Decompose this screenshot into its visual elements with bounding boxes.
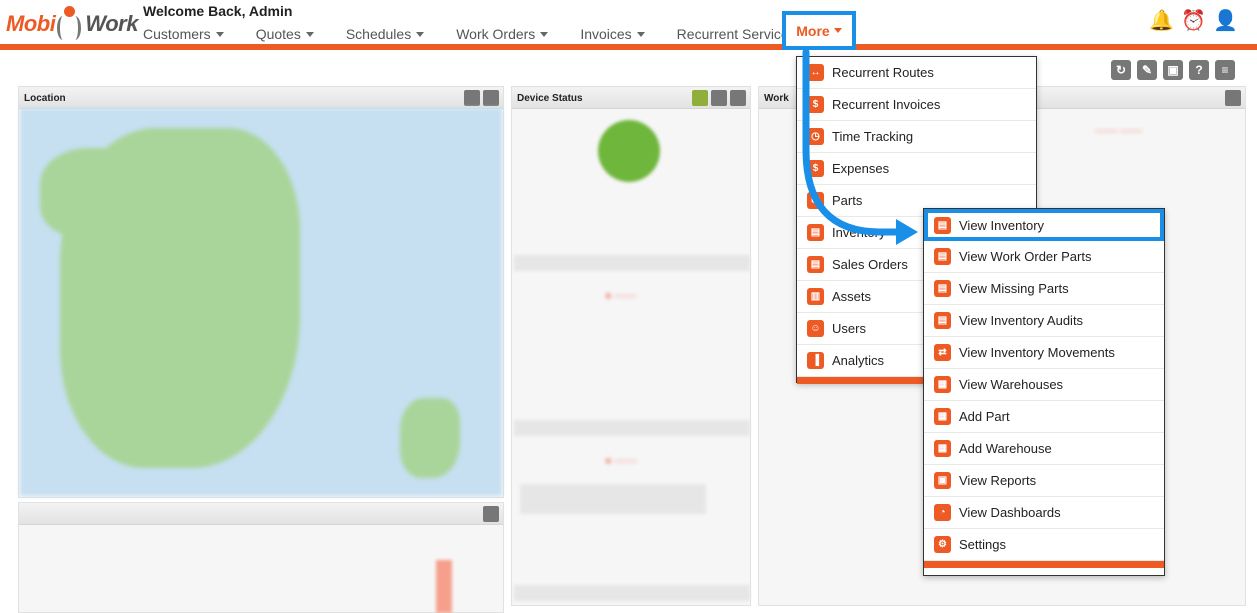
menu-item-view-missing-parts[interactable]: ▤ View Missing Parts bbox=[924, 273, 1164, 305]
logo-text-left: Mobi bbox=[6, 11, 56, 36]
document-icon[interactable] bbox=[464, 90, 480, 106]
nav-more[interactable]: More bbox=[782, 11, 856, 50]
menu-item-time-tracking[interactable]: ◷ Time Tracking bbox=[797, 121, 1036, 153]
inventory-icon: ▤ bbox=[934, 248, 951, 265]
edit-icon[interactable]: ✎ bbox=[1137, 60, 1157, 80]
subpanel-header bbox=[514, 420, 750, 436]
refresh-icon[interactable] bbox=[730, 90, 746, 106]
logo-text-right: Work bbox=[85, 11, 138, 36]
sales-order-icon: ▤ bbox=[807, 256, 824, 273]
nav-schedules[interactable]: Schedules bbox=[346, 26, 425, 42]
inventory-icon: ▤ bbox=[934, 312, 951, 329]
nav-customers[interactable]: Customers bbox=[143, 26, 224, 42]
menu-item-view-warehouses[interactable]: ▦ View Warehouses bbox=[924, 369, 1164, 401]
status-donut bbox=[598, 120, 660, 182]
panel-title: Device Status bbox=[517, 93, 583, 104]
panel-title: Work bbox=[764, 93, 789, 104]
caret-down-icon bbox=[305, 31, 314, 37]
movements-icon: ⇄ bbox=[934, 344, 951, 361]
menu-item-add-part[interactable]: ▦ Add Part bbox=[924, 401, 1164, 433]
menu-item-view-inventory[interactable]: ▤ View Inventory bbox=[924, 209, 1164, 241]
parts-icon: ⬢ bbox=[807, 192, 824, 209]
top-header: Mobi Work Welcome Back, Admin Customers … bbox=[0, 0, 1257, 50]
inventory-icon: ▤ bbox=[934, 216, 951, 234]
menu-footer-bar bbox=[924, 561, 1164, 568]
inventory-icon: ▤ bbox=[934, 280, 951, 297]
dashboard-toolbar: ↻ ✎ ▣ ? ≡ bbox=[1111, 60, 1235, 80]
menu-item-add-warehouse[interactable]: ▦ Add Warehouse bbox=[924, 433, 1164, 465]
subpanel-header bbox=[514, 255, 750, 271]
panel-header bbox=[19, 503, 503, 525]
route-icon: ↔ bbox=[807, 64, 824, 81]
clock-icon: ◷ bbox=[807, 128, 824, 145]
dashboard-icon: ◔ bbox=[934, 504, 951, 521]
caret-down-icon bbox=[636, 31, 645, 37]
caret-down-icon bbox=[540, 31, 549, 37]
refresh-icon[interactable]: ↻ bbox=[1111, 60, 1131, 80]
no-data-text: ● —— bbox=[605, 290, 637, 302]
menu-item-recurrent-invoices[interactable]: $ Recurrent Invoices bbox=[797, 89, 1036, 121]
nav-invoices[interactable]: Invoices bbox=[580, 26, 645, 42]
chart-bar bbox=[436, 560, 452, 613]
menu-item-view-inventory-movements[interactable]: ⇄ View Inventory Movements bbox=[924, 337, 1164, 369]
menu-item-view-inventory-audits[interactable]: ▤ View Inventory Audits bbox=[924, 305, 1164, 337]
bell-icon[interactable]: 🔔 bbox=[1149, 10, 1174, 32]
refresh-icon[interactable] bbox=[483, 90, 499, 106]
caret-down-icon bbox=[416, 31, 425, 37]
panel-title: Location bbox=[24, 93, 66, 104]
warehouse-icon: ▦ bbox=[934, 376, 951, 393]
dollar-icon: $ bbox=[807, 96, 824, 113]
map-land bbox=[40, 148, 160, 238]
caret-down-icon bbox=[833, 28, 842, 33]
menu-item-expenses[interactable]: $ Expenses bbox=[797, 153, 1036, 185]
warehouse-icon: ▦ bbox=[934, 408, 951, 425]
expense-icon: $ bbox=[807, 160, 824, 177]
analytics-icon: ▐ bbox=[807, 352, 824, 369]
panel-header: Location bbox=[19, 87, 503, 109]
nav-work-orders[interactable]: Work Orders bbox=[456, 26, 549, 42]
inventory-icon: ▤ bbox=[807, 224, 824, 241]
subpanel-content bbox=[520, 484, 706, 514]
user-profile-icon[interactable]: 👤 bbox=[1213, 10, 1238, 32]
bottom-left-panel bbox=[18, 502, 504, 613]
help-icon[interactable]: ? bbox=[1189, 60, 1209, 80]
menu-item-settings[interactable]: ⚙ Settings bbox=[924, 529, 1164, 561]
menu-item-view-dashboards[interactable]: ◔ View Dashboards bbox=[924, 497, 1164, 529]
reports-icon: ▣ bbox=[934, 472, 951, 489]
mobiwork-logo[interactable]: Mobi Work bbox=[6, 4, 138, 44]
menu-item-view-reports[interactable]: ▣ View Reports bbox=[924, 465, 1164, 497]
menu-item-recurrent-routes[interactable]: ↔ Recurrent Routes bbox=[797, 57, 1036, 89]
assets-icon: ▥ bbox=[807, 288, 824, 305]
inventory-submenu: ▤ View Inventory ▤ View Work Order Parts ▤… bbox=[923, 208, 1165, 576]
document-icon[interactable] bbox=[483, 506, 499, 522]
subpanel-header bbox=[514, 585, 750, 601]
alarm-clock-icon[interactable]: ⏰ bbox=[1181, 10, 1206, 32]
users-icon: ☺ bbox=[807, 320, 824, 337]
save-icon[interactable]: ▣ bbox=[1163, 60, 1183, 80]
widget-icon[interactable]: ≡ bbox=[1215, 60, 1235, 80]
caret-down-icon bbox=[215, 31, 224, 37]
main-nav: Customers Quotes Schedules Work Orders I… bbox=[143, 26, 841, 42]
logo-figure-icon bbox=[56, 6, 82, 42]
settings-icon: ⚙ bbox=[934, 536, 951, 553]
menu-item-view-work-order-parts[interactable]: ▤ View Work Order Parts bbox=[924, 241, 1164, 273]
location-map[interactable] bbox=[20, 108, 502, 496]
no-data-text: ● —— bbox=[605, 455, 637, 467]
document-icon[interactable] bbox=[711, 90, 727, 106]
panel-header: Device Status bbox=[512, 87, 750, 109]
welcome-message: Welcome Back, Admin bbox=[143, 3, 293, 19]
no-data-text: —— —— bbox=[1095, 125, 1143, 137]
map-land bbox=[400, 398, 460, 478]
nav-quotes[interactable]: Quotes bbox=[256, 26, 314, 42]
warehouse-icon: ▦ bbox=[934, 440, 951, 457]
document-icon[interactable] bbox=[1225, 90, 1241, 106]
header-icons: 🔔 ⏰ 👤 bbox=[1149, 10, 1238, 32]
list-icon[interactable] bbox=[692, 90, 708, 106]
